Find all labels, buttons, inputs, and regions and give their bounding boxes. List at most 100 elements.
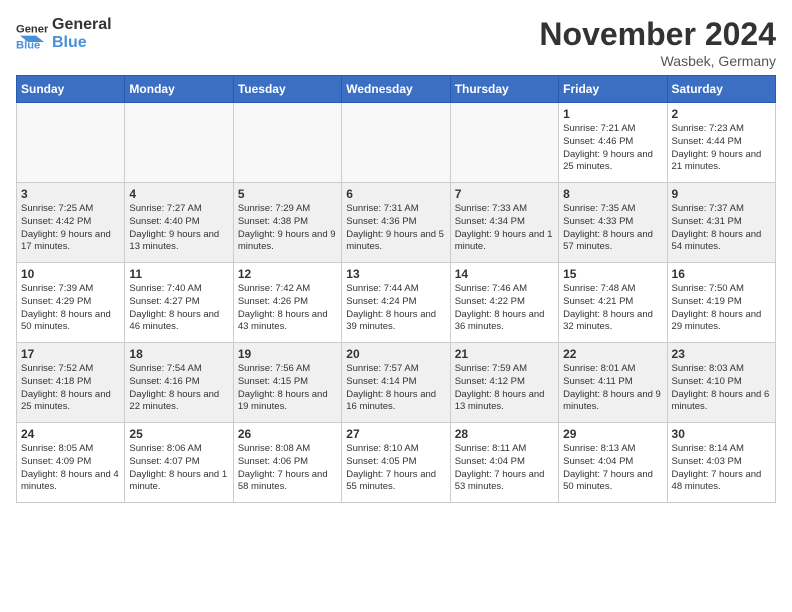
day-info: Sunrise: 7:31 AM Sunset: 4:36 PM Dayligh… bbox=[346, 203, 444, 252]
day-number: 6 bbox=[346, 187, 445, 201]
logo: General Blue General Blue bbox=[16, 16, 112, 51]
calendar-cell: 2Sunrise: 7:23 AM Sunset: 4:44 PM Daylig… bbox=[667, 103, 775, 183]
calendar-cell bbox=[125, 103, 233, 183]
day-info: Sunrise: 8:10 AM Sunset: 4:05 PM Dayligh… bbox=[346, 443, 436, 492]
calendar-cell: 19 Sunrise: 7:56 AM Sunset: 4:15 PM Dayli… bbox=[233, 343, 341, 423]
day-number: 24 bbox=[21, 427, 120, 441]
day-info: Sunrise: 8:05 AM Sunset: 4:09 PM Dayligh… bbox=[21, 443, 119, 492]
day-info: Sunrise: 8:06 AM Sunset: 4:07 PM Dayligh… bbox=[129, 443, 227, 492]
day-number: 8 bbox=[563, 187, 662, 201]
calendar-cell: 26Sunrise: 8:08 AM Sunset: 4:06 PM Dayli… bbox=[233, 423, 341, 503]
day-number: 29 bbox=[563, 427, 662, 441]
day-info: Sunrise: 7:42 AM Sunset: 4:26 PM Dayligh… bbox=[238, 283, 328, 332]
calendar-cell bbox=[233, 103, 341, 183]
day-info: Sunrise: 7:40 AM Sunset: 4:27 PM Dayligh… bbox=[129, 283, 219, 332]
day-info: Sunrise: 7:57 AM Sunset: 4:14 PM Dayligh… bbox=[346, 363, 436, 412]
calendar-cell: 11 Sunrise: 7:40 AM Sunset: 4:27 PM Dayli… bbox=[125, 263, 233, 343]
day-info: Sunrise: 7:56 AM Sunset: 4:15 PM Dayligh… bbox=[238, 363, 328, 412]
calendar-cell: 30 Sunrise: 8:14 AM Sunset: 4:03 PM Dayli… bbox=[667, 423, 775, 503]
day-number: 20 bbox=[346, 347, 445, 361]
day-number: 10 bbox=[21, 267, 120, 281]
day-info: Sunrise: 7:25 AM Sunset: 4:42 PM Dayligh… bbox=[21, 203, 111, 252]
header: General Blue General Blue November 2024 … bbox=[16, 16, 776, 69]
day-info: Sunrise: 7:21 AM Sunset: 4:46 PM Dayligh… bbox=[563, 123, 653, 172]
day-number: 27 bbox=[346, 427, 445, 441]
day-number: 2 bbox=[672, 107, 771, 121]
location-title: Wasbek, Germany bbox=[539, 53, 776, 69]
day-info: Sunrise: 7:39 AM Sunset: 4:29 PM Dayligh… bbox=[21, 283, 111, 332]
day-info: Sunrise: 8:03 AM Sunset: 4:10 PM Dayligh… bbox=[672, 363, 770, 412]
svg-text:General: General bbox=[16, 23, 48, 35]
weekday-header-sunday: Sunday bbox=[17, 76, 125, 103]
day-info: Sunrise: 8:11 AM Sunset: 4:04 PM Dayligh… bbox=[455, 443, 545, 492]
day-number: 15 bbox=[563, 267, 662, 281]
calendar-cell: 6 Sunrise: 7:31 AM Sunset: 4:36 PM Daylig… bbox=[342, 183, 450, 263]
calendar-cell: 13Sunrise: 7:44 AM Sunset: 4:24 PM Dayli… bbox=[342, 263, 450, 343]
day-info: Sunrise: 7:48 AM Sunset: 4:21 PM Dayligh… bbox=[563, 283, 653, 332]
calendar-cell: 5 Sunrise: 7:29 AM Sunset: 4:38 PM Daylig… bbox=[233, 183, 341, 263]
calendar-cell: 24 Sunrise: 8:05 AM Sunset: 4:09 PM Dayli… bbox=[17, 423, 125, 503]
calendar-cell: 23 Sunrise: 8:03 AM Sunset: 4:10 PM Dayli… bbox=[667, 343, 775, 423]
weekday-header-monday: Monday bbox=[125, 76, 233, 103]
calendar-cell: 28 Sunrise: 8:11 AM Sunset: 4:04 PM Dayli… bbox=[450, 423, 558, 503]
calendar-cell: 3Sunrise: 7:25 AM Sunset: 4:42 PM Daylig… bbox=[17, 183, 125, 263]
day-number: 23 bbox=[672, 347, 771, 361]
weekday-header-thursday: Thursday bbox=[450, 76, 558, 103]
calendar-cell: 16 Sunrise: 7:50 AM Sunset: 4:19 PM Dayli… bbox=[667, 263, 775, 343]
title-area: November 2024 Wasbek, Germany bbox=[539, 16, 776, 69]
logo-icon: General Blue bbox=[16, 18, 48, 50]
day-number: 4 bbox=[129, 187, 228, 201]
month-title: November 2024 bbox=[539, 16, 776, 53]
day-number: 7 bbox=[455, 187, 554, 201]
day-info: Sunrise: 7:59 AM Sunset: 4:12 PM Dayligh… bbox=[455, 363, 545, 412]
day-info: Sunrise: 7:50 AM Sunset: 4:19 PM Dayligh… bbox=[672, 283, 762, 332]
calendar-cell: 29 Sunrise: 8:13 AM Sunset: 4:04 PM Dayli… bbox=[559, 423, 667, 503]
calendar-cell: 15 Sunrise: 7:48 AM Sunset: 4:21 PM Dayli… bbox=[559, 263, 667, 343]
day-info: Sunrise: 7:33 AM Sunset: 4:34 PM Dayligh… bbox=[455, 203, 553, 252]
day-info: Sunrise: 8:08 AM Sunset: 4:06 PM Dayligh… bbox=[238, 443, 328, 492]
day-number: 16 bbox=[672, 267, 771, 281]
logo-general: General bbox=[52, 16, 112, 34]
day-info: Sunrise: 7:52 AM Sunset: 4:18 PM Dayligh… bbox=[21, 363, 111, 412]
calendar-cell: 7 Sunrise: 7:33 AM Sunset: 4:34 PM Daylig… bbox=[450, 183, 558, 263]
weekday-header-saturday: Saturday bbox=[667, 76, 775, 103]
calendar-cell: 4 Sunrise: 7:27 AM Sunset: 4:40 PM Daylig… bbox=[125, 183, 233, 263]
day-info: Sunrise: 8:14 AM Sunset: 4:03 PM Dayligh… bbox=[672, 443, 762, 492]
day-number: 1 bbox=[563, 107, 662, 121]
calendar-cell: 14 Sunrise: 7:46 AM Sunset: 4:22 PM Dayli… bbox=[450, 263, 558, 343]
weekday-header-friday: Friday bbox=[559, 76, 667, 103]
calendar-cell: 18Sunrise: 7:54 AM Sunset: 4:16 PM Dayli… bbox=[125, 343, 233, 423]
day-info: Sunrise: 7:37 AM Sunset: 4:31 PM Dayligh… bbox=[672, 203, 762, 252]
day-info: Sunrise: 8:01 AM Sunset: 4:11 PM Dayligh… bbox=[563, 363, 661, 412]
day-number: 30 bbox=[672, 427, 771, 441]
day-info: Sunrise: 7:35 AM Sunset: 4:33 PM Dayligh… bbox=[563, 203, 653, 252]
day-number: 22 bbox=[563, 347, 662, 361]
weekday-header-tuesday: Tuesday bbox=[233, 76, 341, 103]
day-number: 5 bbox=[238, 187, 337, 201]
day-info: Sunrise: 7:54 AM Sunset: 4:16 PM Dayligh… bbox=[129, 363, 219, 412]
calendar-cell: 10 Sunrise: 7:39 AM Sunset: 4:29 PM Dayli… bbox=[17, 263, 125, 343]
weekday-header-wednesday: Wednesday bbox=[342, 76, 450, 103]
calendar-cell: 20 Sunrise: 7:57 AM Sunset: 4:14 PM Dayli… bbox=[342, 343, 450, 423]
day-number: 11 bbox=[129, 267, 228, 281]
calendar-cell: 1 Sunrise: 7:21 AM Sunset: 4:46 PM Daylig… bbox=[559, 103, 667, 183]
calendar-cell: 27 Sunrise: 8:10 AM Sunset: 4:05 PM Dayli… bbox=[342, 423, 450, 503]
calendar-cell bbox=[17, 103, 125, 183]
day-info: Sunrise: 8:13 AM Sunset: 4:04 PM Dayligh… bbox=[563, 443, 653, 492]
calendar-cell: 8 Sunrise: 7:35 AM Sunset: 4:33 PM Daylig… bbox=[559, 183, 667, 263]
day-info: Sunrise: 7:29 AM Sunset: 4:38 PM Dayligh… bbox=[238, 203, 336, 252]
calendar-cell: 21 Sunrise: 7:59 AM Sunset: 4:12 PM Dayli… bbox=[450, 343, 558, 423]
day-number: 13 bbox=[346, 267, 445, 281]
day-number: 14 bbox=[455, 267, 554, 281]
calendar-table: SundayMondayTuesdayWednesdayThursdayFrid… bbox=[16, 75, 776, 503]
calendar-cell: 17 Sunrise: 7:52 AM Sunset: 4:18 PM Dayli… bbox=[17, 343, 125, 423]
day-number: 17 bbox=[21, 347, 120, 361]
day-info: Sunrise: 7:27 AM Sunset: 4:40 PM Dayligh… bbox=[129, 203, 219, 252]
day-number: 12 bbox=[238, 267, 337, 281]
day-info: Sunrise: 7:46 AM Sunset: 4:22 PM Dayligh… bbox=[455, 283, 545, 332]
day-number: 28 bbox=[455, 427, 554, 441]
calendar-cell: 25 Sunrise: 8:06 AM Sunset: 4:07 PM Dayli… bbox=[125, 423, 233, 503]
day-number: 25 bbox=[129, 427, 228, 441]
day-number: 21 bbox=[455, 347, 554, 361]
day-number: 19 bbox=[238, 347, 337, 361]
